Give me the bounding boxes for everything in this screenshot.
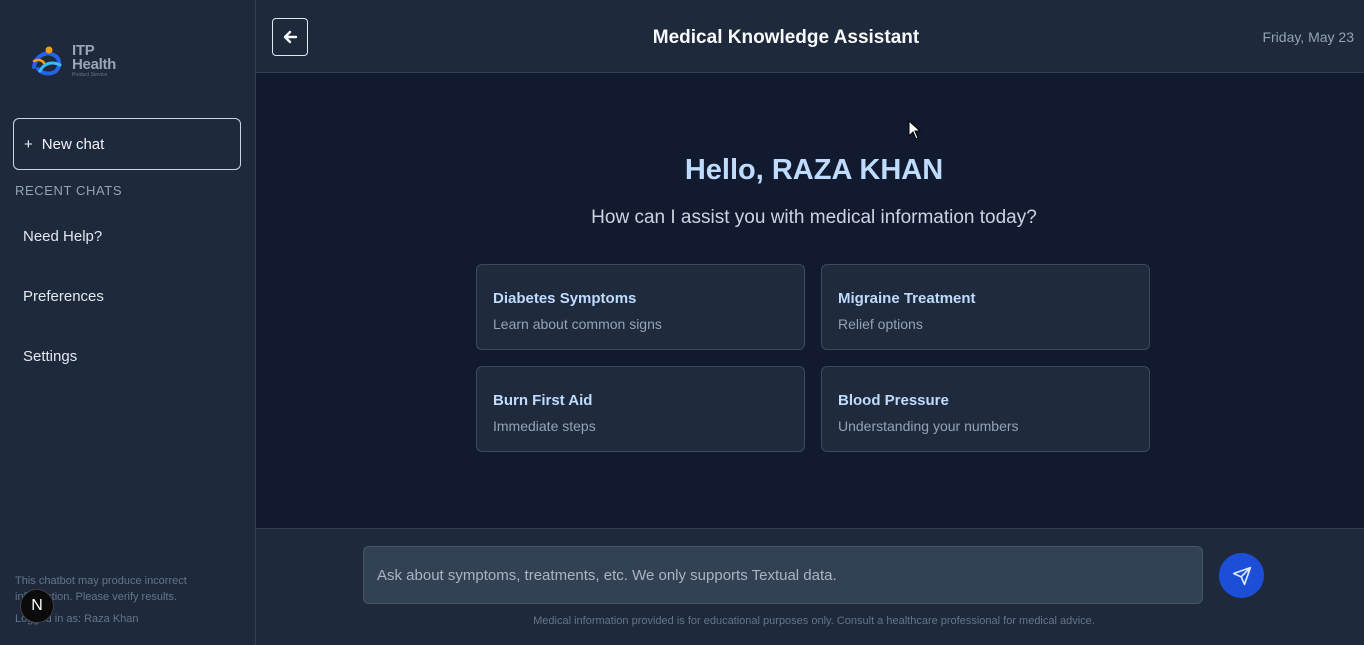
main-panel: Medical Knowledge Assistant Friday, May … <box>256 0 1364 645</box>
n-badge-button[interactable]: N <box>20 589 54 623</box>
greeting-heading: Hello, RAZA KHAN <box>684 154 944 186</box>
logo-text: ITP Health Product Service <box>72 43 117 78</box>
header-bar: Medical Knowledge Assistant Friday, May … <box>256 0 1364 73</box>
app-window: ITP Health Product Service + New chat RE… <box>0 0 1364 645</box>
chat-input[interactable] <box>363 546 1203 604</box>
sidebar-item-preferences[interactable]: Preferences <box>23 288 104 305</box>
page-title: Medical Knowledge Assistant <box>652 27 920 48</box>
suggestion-card-blood-pressure[interactable]: Blood Pressure Understanding your number… <box>821 366 1150 452</box>
card-description: Understanding your numbers <box>838 418 1019 434</box>
mouse-cursor-icon <box>908 119 922 145</box>
input-footer: Medical information provided is for educ… <box>256 528 1364 645</box>
card-title: Migraine Treatment <box>838 290 976 307</box>
suggestion-card-burn[interactable]: Burn First Aid Immediate steps <box>476 366 805 452</box>
logo-mark-icon <box>30 41 68 79</box>
suggestion-card-migraine[interactable]: Migraine Treatment Relief options <box>821 264 1150 350</box>
recent-chats-heading: RECENT CHATS <box>15 183 123 198</box>
sidebar-item-settings[interactable]: Settings <box>23 348 77 365</box>
itp-health-logo[interactable]: ITP Health Product Service <box>30 40 130 80</box>
sidebar: ITP Health Product Service + New chat RE… <box>0 0 256 645</box>
footer-note: Medical information provided is for educ… <box>533 615 1095 627</box>
send-button[interactable] <box>1219 553 1264 598</box>
card-description: Immediate steps <box>493 418 596 434</box>
logo-line2: Health <box>72 56 117 73</box>
date-label: Friday, May 23 <box>1262 29 1354 45</box>
suggestion-card-diabetes[interactable]: Diabetes Symptoms Learn about common sig… <box>476 264 805 350</box>
plus-icon: + <box>24 135 33 153</box>
card-description: Relief options <box>838 316 923 332</box>
new-chat-button[interactable]: + New chat <box>13 118 241 170</box>
new-chat-label: New chat <box>41 135 105 153</box>
greeting-subtitle: How can I assist you with medical inform… <box>591 207 1037 228</box>
send-icon <box>1232 566 1251 585</box>
card-title: Blood Pressure <box>838 392 949 409</box>
sidebar-item-need-help[interactable]: Need Help? <box>23 228 102 245</box>
card-title: Burn First Aid <box>493 392 593 409</box>
card-description: Learn about common signs <box>493 316 662 332</box>
card-title: Diabetes Symptoms <box>493 290 637 307</box>
